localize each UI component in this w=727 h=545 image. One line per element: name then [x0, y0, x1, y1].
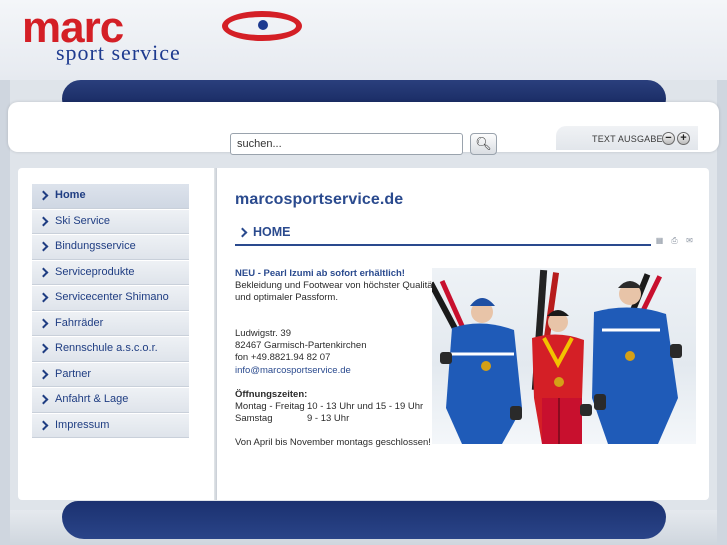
hours-time: 10 - 13 Uhr und 15 - 19 Uhr	[307, 400, 424, 412]
nav-item-label: Home	[55, 189, 86, 202]
news-body-line: Bekleidung und Footwear von höchster Qua…	[235, 280, 436, 292]
chevron-right-icon	[38, 343, 49, 354]
hours-day: Samstag	[235, 412, 273, 424]
chevron-right-icon	[38, 241, 49, 252]
chevron-right-icon	[38, 216, 49, 227]
pdf-icon[interactable]: ▦	[655, 236, 664, 246]
hours-row: Montag - Freitag 10 - 13 Uhr und 15 - 19…	[235, 401, 435, 413]
news-headline: NEU - Pearl Izumi ab sofort erhältlich!	[235, 268, 405, 279]
nav-item-label: Partner	[55, 367, 92, 380]
search-icon: 🔍︎	[475, 136, 492, 151]
text-size-label: TEXT AUSGABE	[592, 134, 663, 144]
nav-item-impressum[interactable]: Impressum	[32, 412, 189, 438]
closure-note: Von April bis November montags geschloss…	[235, 436, 431, 448]
sidebar-nav: Home Ski Service Bindungsservice Service…	[32, 183, 189, 438]
email-icon[interactable]: ✉	[685, 236, 694, 246]
chevron-right-icon	[38, 420, 49, 431]
nav-item-label: Servicecenter Shimano	[55, 291, 169, 304]
chevron-right-icon	[38, 292, 49, 303]
nav-item-label: Ski Service	[55, 214, 111, 227]
hours-title: Öffnungszeiten:	[235, 388, 308, 400]
site-title: marcosportservice.de	[235, 191, 404, 208]
nav-item-serviceprodukte[interactable]: Serviceprodukte	[32, 259, 189, 285]
address-city: 82467 Garmisch-Partenkirchen	[235, 340, 367, 352]
chevron-right-icon	[38, 318, 49, 329]
skiers-photo	[432, 268, 696, 444]
chevron-right-icon	[38, 267, 49, 278]
increase-text-button[interactable]: +	[677, 132, 690, 145]
hours-day: Montag - Freitag	[235, 400, 305, 412]
nav-item-label: Serviceprodukte	[55, 265, 135, 278]
chevron-right-icon	[38, 394, 49, 405]
print-icon[interactable]: ⎙	[670, 236, 679, 246]
nav-item-anfahrt-lage[interactable]: Anfahrt & Lage	[32, 387, 189, 413]
skiers-illustration	[432, 269, 682, 444]
chevron-right-icon	[38, 369, 49, 380]
nav-item-rennschule[interactable]: Rennschule a.s.c.o.r.	[32, 336, 189, 362]
logo-skier-icon	[258, 20, 268, 30]
logo[interactable]: marc sport service	[22, 6, 302, 65]
hours-time: 9 - 13 Uhr	[307, 412, 350, 424]
nav-item-label: Impressum	[55, 418, 110, 431]
address-street: Ludwigstr. 39	[235, 328, 291, 340]
nav-item-ski-service[interactable]: Ski Service	[32, 208, 189, 234]
nav-item-home[interactable]: Home	[32, 183, 189, 209]
hours-row: Samstag 9 - 13 Uhr	[235, 413, 435, 425]
nav-item-servicecenter-shimano[interactable]: Servicecenter Shimano	[32, 285, 189, 311]
search-button[interactable]: 🔍︎	[470, 133, 497, 155]
page-side-right	[717, 0, 727, 545]
nav-item-label: Bindungsservice	[55, 240, 136, 253]
nav-item-bindungsservice[interactable]: Bindungsservice	[32, 234, 189, 260]
chevron-right-icon	[237, 227, 248, 238]
chevron-right-icon	[38, 190, 49, 201]
section-header: HOME	[235, 222, 651, 246]
email-link[interactable]: info@marcosportservice.de	[235, 365, 435, 377]
decrease-text-button[interactable]: −	[662, 132, 675, 145]
footer-bar	[62, 501, 666, 539]
home-article: NEU - Pearl Izumi ab sofort erhältlich! …	[235, 268, 435, 449]
section-title: HOME	[253, 225, 291, 239]
phone-number: fon +49.8821.94 82 07	[235, 352, 331, 364]
logo-tagline: sport service	[56, 40, 181, 65]
nav-item-label: Fahrräder	[55, 316, 104, 329]
nav-item-label: Rennschule a.s.c.o.r.	[55, 342, 158, 355]
nav-item-label: Anfahrt & Lage	[55, 393, 129, 406]
nav-item-fahrraeder[interactable]: Fahrräder	[32, 310, 189, 336]
header: marc sport service	[0, 0, 727, 80]
article-tools: ▦ ⎙ ✉	[655, 236, 694, 246]
news-body-line: und optimaler Passform.	[235, 292, 338, 304]
search-input[interactable]	[230, 133, 463, 155]
page-side-left	[0, 0, 10, 545]
nav-item-partner[interactable]: Partner	[32, 361, 189, 387]
column-divider	[214, 168, 217, 500]
